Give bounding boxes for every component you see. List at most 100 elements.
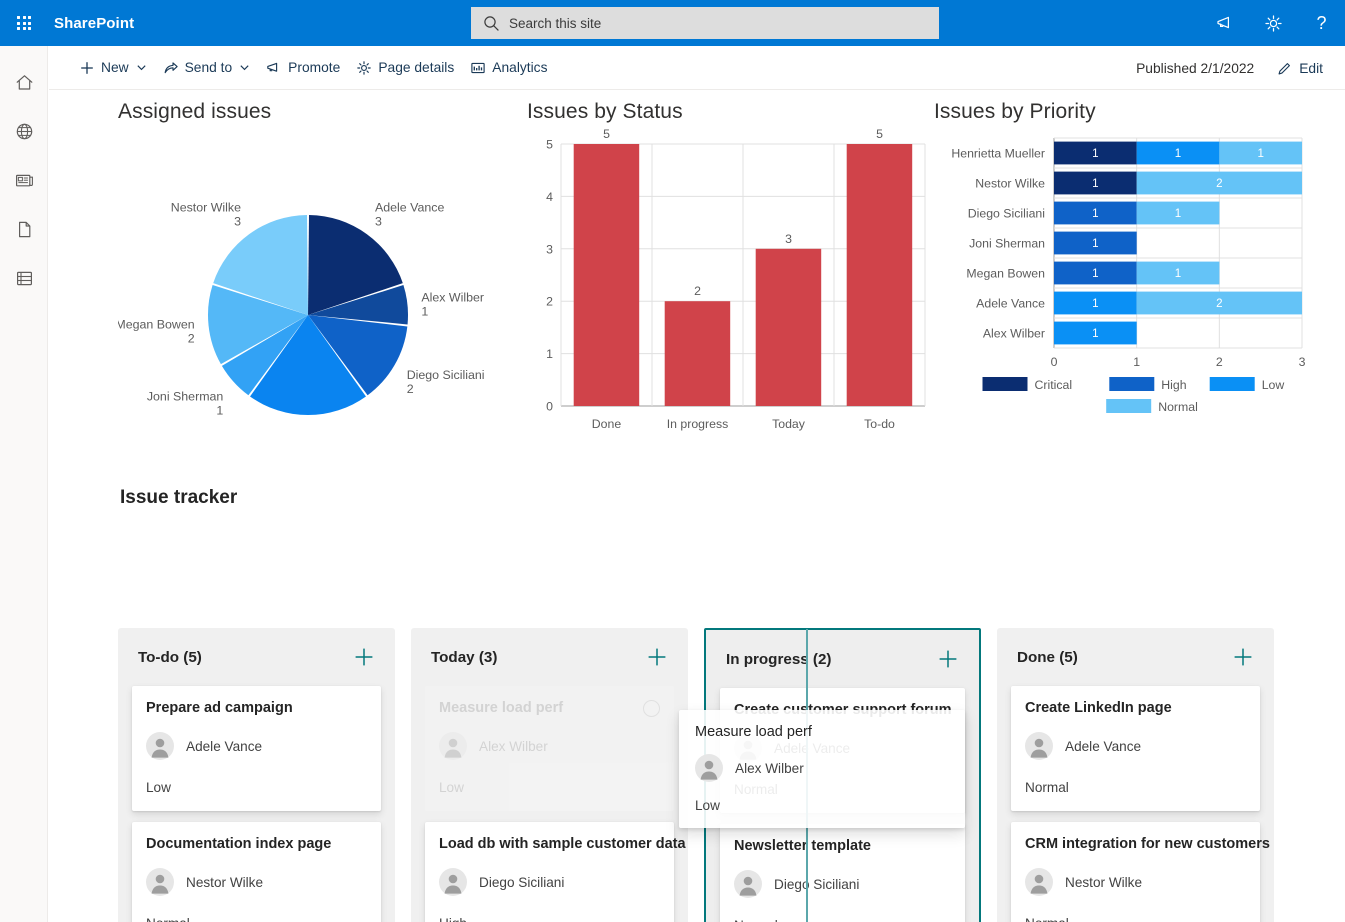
person-avatar xyxy=(734,734,762,762)
suite-actions: ? xyxy=(1201,0,1345,46)
card-priority: Normal xyxy=(734,918,951,922)
page-canvas: Assigned issues Adele Vance 3 Alex Wilber 1… xyxy=(49,91,1345,922)
bar[interactable] xyxy=(573,144,640,406)
card-drag-handle[interactable] xyxy=(643,700,660,717)
y-axis-tick: 5 xyxy=(546,138,553,152)
board-card[interactable]: Create customer support forum Adele Vance… xyxy=(720,688,965,813)
segment-value-label: 1 xyxy=(1092,207,1098,220)
pie-label-value: 1 xyxy=(216,404,223,418)
bar[interactable] xyxy=(846,144,913,406)
legend-swatch[interactable] xyxy=(1209,377,1255,391)
sharepoint-brand[interactable]: SharePoint xyxy=(54,15,134,32)
card-assignee: Alex Wilber xyxy=(439,732,660,760)
card-title: Create LinkedIn page xyxy=(1025,700,1172,716)
search-placeholder: Search this site xyxy=(509,15,602,31)
left-navigation-rail xyxy=(0,46,48,922)
card-assignee-name: Nestor Wilke xyxy=(1065,874,1143,890)
gear-icon[interactable] xyxy=(1249,0,1297,46)
board-card[interactable]: Newsletter template Diego Siciliani Normal xyxy=(720,824,965,922)
board-card[interactable]: CRM integration for new customers Nestor … xyxy=(1011,822,1270,922)
category-label: Diego Siciliani xyxy=(968,207,1045,221)
board-card[interactable]: Documentation index page Nestor Wilke Norm… xyxy=(132,822,381,922)
board-card[interactable]: Load db with sample customer data Diego S… xyxy=(425,822,686,922)
card-assignee-name: Adele Vance xyxy=(774,740,851,756)
send-to-label: Send to xyxy=(184,60,233,75)
promote-button[interactable]: Promote xyxy=(258,46,348,90)
pie-label-value: 3 xyxy=(234,214,241,228)
add-card-button[interactable] xyxy=(937,648,959,670)
legend-label: High xyxy=(1161,378,1186,392)
card-assignee-name: Adele Vance xyxy=(1065,738,1142,754)
edit-button[interactable]: Edit xyxy=(1268,46,1341,90)
chevron-down-icon xyxy=(239,62,250,73)
app-launcher-icon[interactable] xyxy=(0,0,48,46)
pie-label-name: Joni Sherman xyxy=(147,390,224,404)
y-axis-tick: 4 xyxy=(546,190,553,204)
bar[interactable] xyxy=(755,248,822,406)
page-details-label: Page details xyxy=(378,60,455,75)
list-icon xyxy=(16,271,32,286)
board-column[interactable]: Done (5) Create LinkedIn page Adele Vance N… xyxy=(997,628,1274,922)
legend-swatch[interactable] xyxy=(982,377,1028,391)
assigned-issues-title: Assigned issues xyxy=(118,100,272,123)
new-button[interactable]: New xyxy=(71,46,155,90)
bar-value-label: 2 xyxy=(694,284,701,298)
card-title: Measure load perf xyxy=(439,700,564,716)
pie-label-name: Megan Bowen xyxy=(118,317,195,331)
legend-label: Normal xyxy=(1158,400,1198,414)
chevron-down-icon xyxy=(136,62,147,73)
plus-icon xyxy=(939,650,957,668)
sidebar-item-pages[interactable] xyxy=(0,205,48,254)
analytics-button[interactable]: Analytics xyxy=(462,46,555,90)
pencil-icon xyxy=(1276,60,1293,77)
globe-icon xyxy=(16,123,32,140)
plus-icon xyxy=(79,60,95,76)
suite-bar: SharePoint Search this site ? xyxy=(0,0,1345,46)
edit-label: Edit xyxy=(1299,60,1323,76)
x-axis-tick: To-do xyxy=(864,417,895,431)
board-card[interactable]: Create LinkedIn page Adele Vance Normal xyxy=(1011,686,1260,811)
x-axis-tick: Today xyxy=(772,417,806,431)
published-status: Published 2/1/2022 xyxy=(1136,60,1255,76)
board-card[interactable]: Prepare ad campaign Adele Vance Low xyxy=(132,686,381,811)
x-axis-tick: 2 xyxy=(1216,355,1223,369)
card-title: Prepare ad campaign xyxy=(146,700,293,716)
add-card-button[interactable] xyxy=(1232,646,1254,668)
segment-value-label: 1 xyxy=(1092,177,1098,190)
search-input[interactable]: Search this site xyxy=(471,7,939,39)
card-title: Documentation index page xyxy=(146,836,332,852)
card-assignee: Diego Siciliani xyxy=(734,870,951,898)
bar-value-label: 5 xyxy=(876,127,883,141)
page-details-button[interactable]: Page details xyxy=(348,46,462,90)
issue-tracker-section: Issue tracker To-do (5) Prepare ad campai… xyxy=(49,487,1345,922)
sidebar-item-lists[interactable] xyxy=(0,254,48,303)
segment-value-label: 1 xyxy=(1092,237,1098,250)
issues-by-status-bar-chart: 0 1 2 3 4 5 5 Done 2 In progress 3 Today 5 To-do xyxy=(546,127,926,431)
legend-swatch[interactable] xyxy=(1106,399,1152,413)
assigned-issues-pie-chart: Adele Vance3Alex Wilber1Diego Siciliani2… xyxy=(118,200,485,418)
board-column[interactable]: Today (3) Measure load perf Alex Wilber Low… xyxy=(411,628,688,922)
sidebar-item-news[interactable] xyxy=(0,156,48,205)
bar[interactable] xyxy=(664,301,731,406)
help-icon[interactable]: ? xyxy=(1297,0,1345,46)
segment-value-label: 1 xyxy=(1175,207,1181,220)
promote-icon xyxy=(266,60,282,76)
plus-icon xyxy=(355,648,373,666)
card-assignee-name: Nestor Wilke xyxy=(186,874,264,890)
person-avatar xyxy=(1025,868,1053,896)
sidebar-item-home[interactable] xyxy=(0,58,48,107)
segment-value-label: 2 xyxy=(1216,177,1222,190)
home-icon xyxy=(16,75,32,90)
megaphone-icon[interactable] xyxy=(1201,0,1249,46)
add-card-button[interactable] xyxy=(646,646,668,668)
board-card[interactable]: Measure load perf Alex Wilber Low xyxy=(425,686,674,811)
sidebar-item-site[interactable] xyxy=(0,107,48,156)
add-card-button[interactable] xyxy=(353,646,375,668)
send-to-button[interactable]: Send to xyxy=(155,46,259,90)
new-label: New xyxy=(101,60,129,75)
legend-swatch[interactable] xyxy=(1109,377,1155,391)
x-axis-tick: In progress xyxy=(667,417,729,431)
board-column[interactable]: In progress (2) Create customer support f… xyxy=(704,628,981,922)
card-priority: Low xyxy=(146,780,171,795)
board-column[interactable]: To-do (5) Prepare ad campaign Adele Vance L… xyxy=(118,628,395,922)
